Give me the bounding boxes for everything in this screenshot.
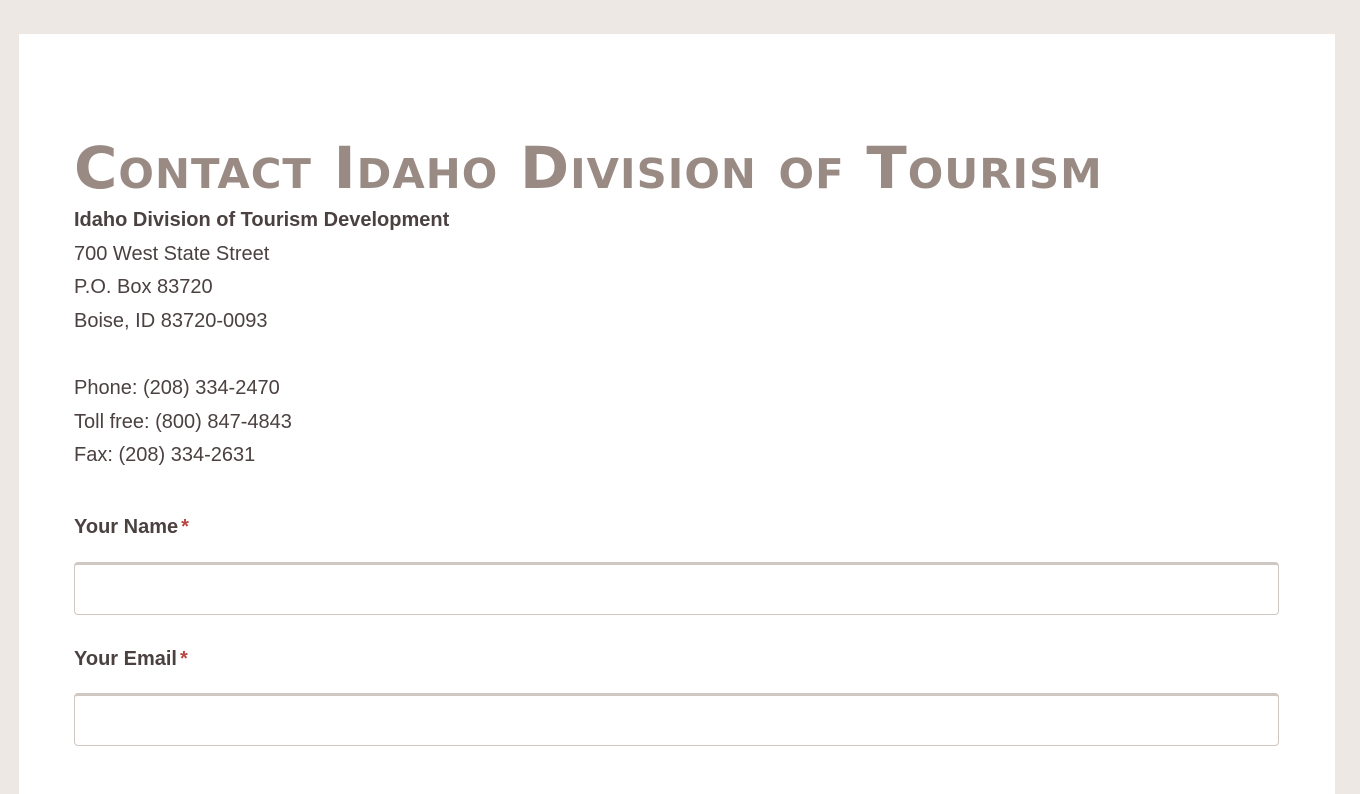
email-required-marker: * — [180, 648, 188, 670]
email-label-text: Your Email — [74, 648, 177, 670]
name-field-label: Your Name * — [74, 516, 189, 539]
toll-free-number: Toll free: (800) 847-4843 — [74, 410, 292, 433]
po-box: P.O. Box 83720 — [74, 276, 213, 299]
name-label-text: Your Name — [74, 516, 179, 538]
name-required-marker: * — [181, 516, 189, 538]
email-input[interactable] — [74, 693, 1279, 746]
phone-number: Phone: (208) 334-2470 — [74, 376, 280, 399]
organization-name: Idaho Division of Tourism Development — [74, 209, 450, 231]
name-input[interactable] — [74, 562, 1279, 615]
street-address: 700 West State Street — [74, 242, 270, 265]
contact-card: Contact Idaho Division of Tourism Idaho … — [19, 34, 1335, 794]
fax-number: Fax: (208) 334-2631 — [74, 444, 256, 467]
email-field-label: Your Email * — [74, 648, 188, 671]
page-title: Contact Idaho Division of Tourism — [74, 134, 1103, 202]
contact-address: Idaho Division of Tourism Development 70… — [74, 204, 449, 473]
address-spacer — [74, 338, 449, 372]
city-state-zip: Boise, ID 83720-0093 — [74, 309, 268, 332]
